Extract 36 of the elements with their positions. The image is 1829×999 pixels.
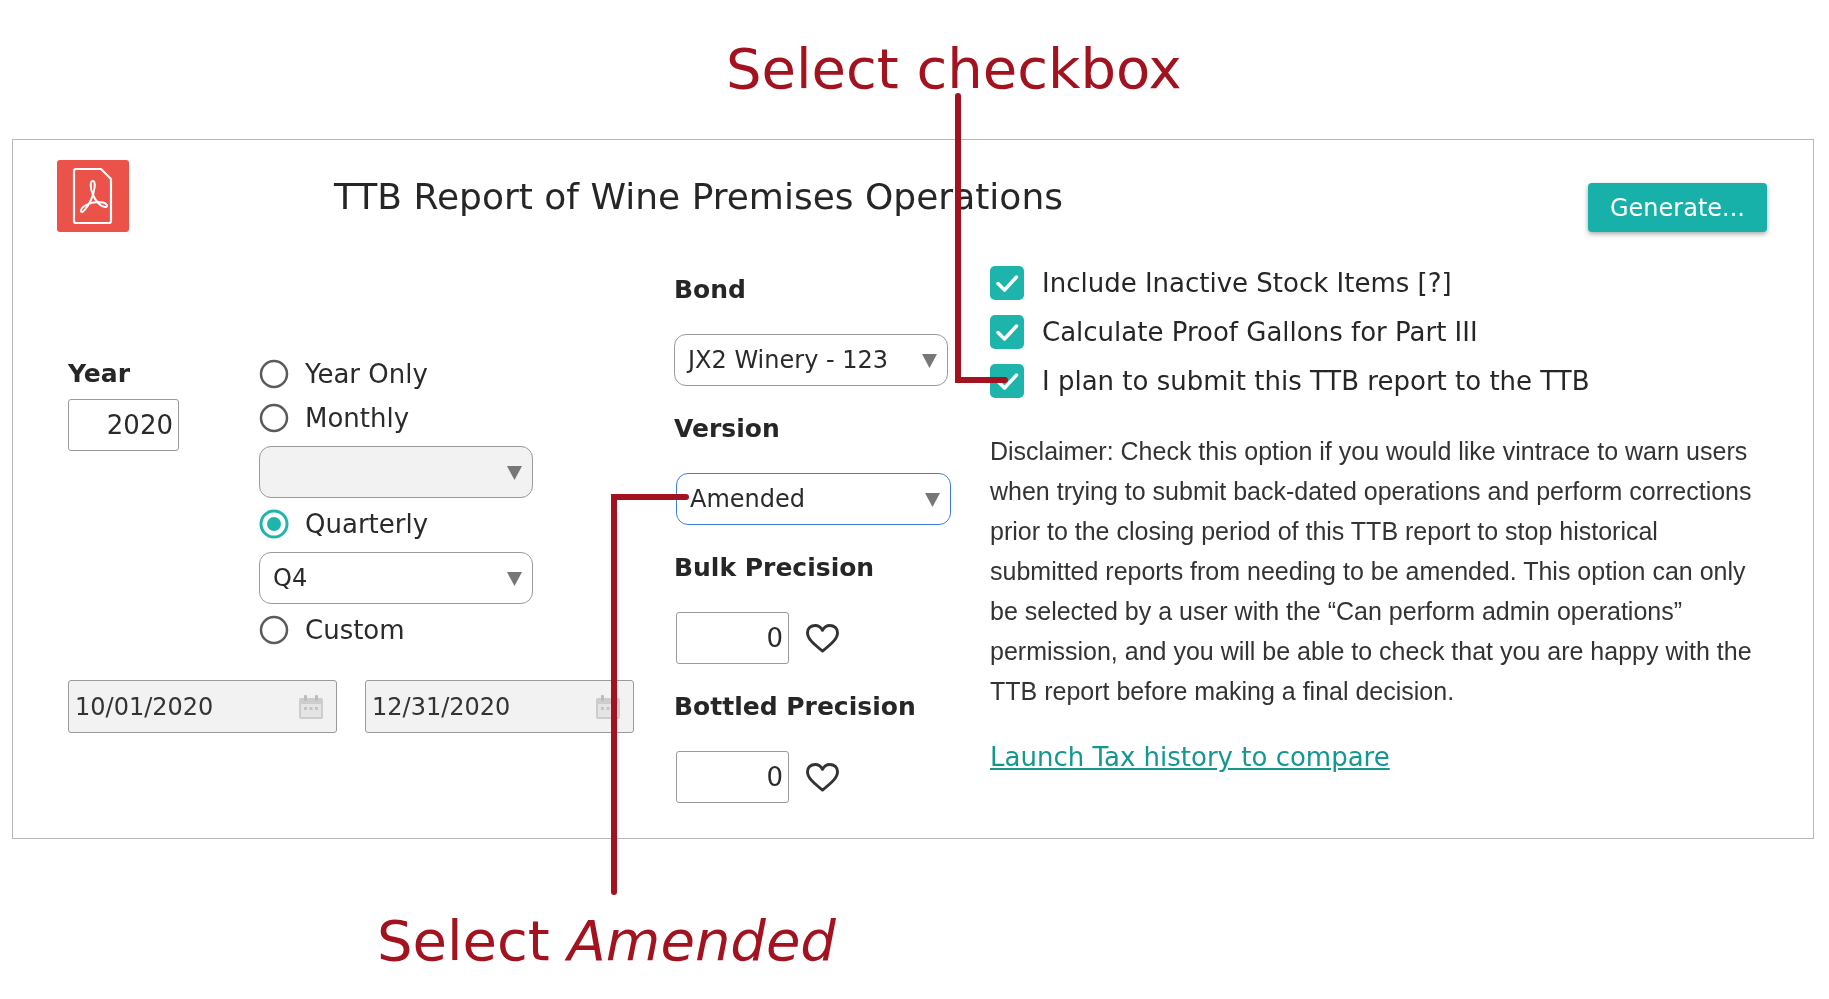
radio-label: Custom [305,615,405,645]
heart-icon[interactable] [805,761,840,793]
radio-label: Year Only [305,359,428,389]
caret-icon [507,464,522,480]
dropdown[interactable]: JX2 Winery - 123 [674,334,948,386]
field-label: Bottled Precision [674,691,917,723]
field-label: Bulk Precision [674,552,876,584]
checkbox[interactable] [990,364,1024,398]
number-input[interactable]: 0 [676,751,789,803]
checkbox-label: Calculate Proof Gallons for Part III [1042,317,1478,347]
callout-text: Select Amended [377,907,836,975]
heart-icon[interactable] [805,622,840,654]
radio-label: Quarterly [305,509,429,539]
radio-button[interactable] [259,615,289,645]
dropdown[interactable]: Q4 [259,552,533,604]
radio-label: Monthly [305,403,410,433]
radio-button[interactable] [259,359,289,389]
caret-icon [507,570,522,586]
radio-button[interactable] [259,509,289,539]
checkbox[interactable] [990,266,1024,300]
field-label: Year [68,358,131,390]
checkbox-label: I plan to submit this TTB report to the TTB [1042,366,1590,396]
number-input[interactable]: 0 [676,612,789,664]
pdf-icon [57,160,129,232]
year-input[interactable]: 2020 [68,399,179,451]
checkbox[interactable] [990,315,1024,349]
disclaimer-text: Disclaimer: Check this option if you would like vintrace to warn users when trying to submit back-dated operations and perform corrections prior to the closing period of this TTB report to stop historical submitted reports from needing to be amended. This option can only be selected by a user with the “Can perform admin operations” permission, and you will be able to check that you are happy with the TTB report before making a final decision. [990,436,1753,707]
caret-icon [922,352,937,368]
checkbox-label: Include Inactive Stock Items [?] [1042,268,1452,298]
field-label: Bond [674,274,747,306]
compare-link[interactable]: Launch Tax history to compare [990,742,1390,772]
callout-text: Select checkbox [726,35,1182,103]
field-label: Version [674,413,781,445]
caret-icon [925,491,940,507]
radio-button[interactable] [259,403,289,433]
dropdown[interactable]: Amended [676,473,951,525]
